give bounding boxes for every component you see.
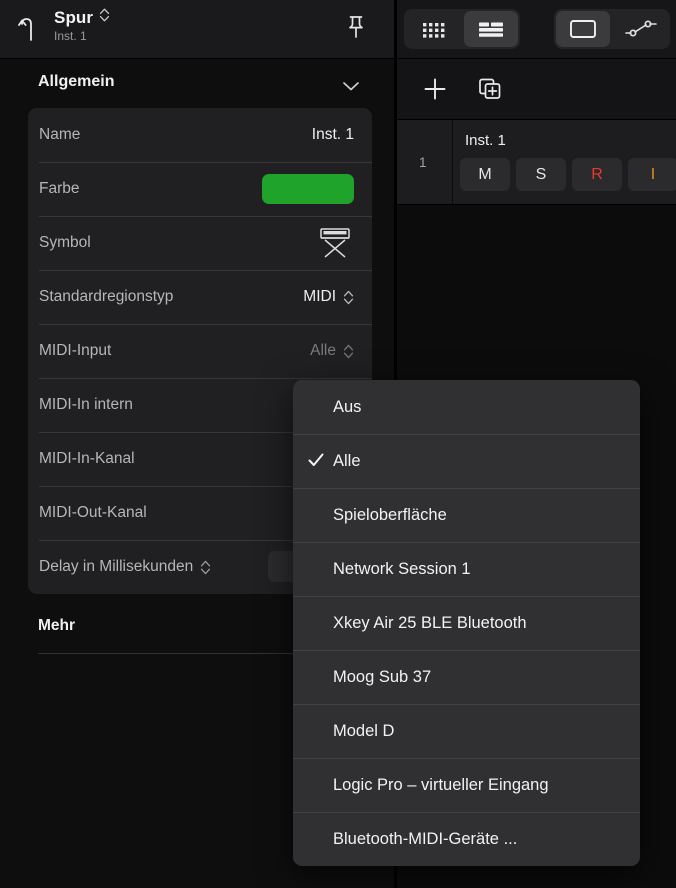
input-monitor-button[interactable]: I [628, 158, 676, 191]
back-arrow-icon[interactable] [18, 14, 44, 44]
more-label: Mehr [38, 617, 76, 634]
rectangle-region-icon[interactable] [556, 11, 610, 47]
logic-pro-track-inspector-screen: Spur Inst. 1 Allgemein Name Inst. 1 Farb… [0, 0, 676, 888]
chevron-down-icon[interactable] [342, 79, 360, 91]
field-label: MIDI-In intern [39, 396, 133, 413]
grid-dots-icon[interactable] [406, 11, 460, 47]
keyboard-stand-icon[interactable] [316, 226, 354, 260]
track-number: 1 [419, 155, 427, 170]
list-lines-icon[interactable] [464, 11, 518, 47]
field-label: Farbe [39, 180, 80, 197]
field-row-name[interactable]: Name Inst. 1 [28, 108, 372, 162]
field-label: Symbol [39, 234, 91, 251]
field-value[interactable]: Inst. 1 [312, 126, 354, 144]
menu-item[interactable]: Aus [293, 380, 640, 434]
field-label: MIDI-In-Kanal [39, 450, 135, 467]
stepper-chevrons-icon[interactable] [343, 343, 354, 360]
menu-item[interactable]: Xkey Air 25 BLE Bluetooth [293, 596, 640, 650]
inspector-title-block[interactable]: Spur Inst. 1 [54, 7, 110, 43]
toolbar-group-left [404, 9, 520, 49]
stepper-chevrons-icon[interactable] [343, 289, 354, 306]
field-value: MIDI [303, 288, 336, 305]
menu-item-label: Model D [333, 721, 395, 740]
section-header-allgemein[interactable]: Allgemein [0, 59, 396, 109]
stepper-chevrons-icon[interactable] [200, 559, 211, 576]
stepper-chevrons-icon[interactable] [99, 7, 110, 28]
inspector-header: Spur Inst. 1 [0, 0, 396, 59]
field-row-midi-input[interactable]: MIDI-Input Alle [28, 324, 372, 378]
mute-button[interactable]: M [460, 158, 510, 191]
checkmark-icon [307, 451, 325, 469]
menu-item-label: Bluetooth-MIDI-Geräte ... [333, 829, 518, 848]
pin-icon[interactable] [342, 13, 370, 43]
track-button-group: M S R I [460, 158, 676, 191]
section-title: Allgemein [38, 73, 115, 90]
page-title: Spur [54, 7, 94, 27]
record-enable-button[interactable]: R [572, 158, 622, 191]
field-row-symbol[interactable]: Symbol [28, 216, 372, 270]
automation-curve-icon[interactable] [614, 11, 668, 47]
color-swatch[interactable] [262, 174, 354, 204]
field-label: Delay in Millisekunden [39, 558, 194, 575]
view-toolbar [397, 0, 676, 59]
menu-item[interactable]: Model D [293, 704, 640, 758]
field-label: MIDI-Input [39, 342, 112, 359]
field-label: Standardregionstyp [39, 288, 174, 305]
inspector-subtitle: Inst. 1 [54, 29, 87, 43]
field-row-farbe[interactable]: Farbe [28, 162, 372, 216]
track-number-column: 1 [397, 120, 453, 204]
plus-icon[interactable] [418, 73, 452, 105]
field-row-standardregionstyp[interactable]: Standardregionstyp MIDI [28, 270, 372, 324]
menu-item[interactable]: Moog Sub 37 [293, 650, 640, 704]
menu-item[interactable]: Network Session 1 [293, 542, 640, 596]
track-actions-bar [397, 59, 676, 120]
menu-item-label: Moog Sub 37 [333, 667, 432, 686]
menu-item-label: Xkey Air 25 BLE Bluetooth [333, 613, 527, 632]
menu-item[interactable]: Spieloberfläche [293, 488, 640, 542]
midi-input-dropdown-menu: Aus Alle Spieloberfläche Network Session… [293, 380, 640, 866]
duplicate-track-icon[interactable] [473, 73, 507, 105]
menu-item-label: Aus [333, 397, 362, 416]
menu-item-label: Network Session 1 [333, 559, 471, 578]
menu-item-label: Logic Pro – virtueller Eingang [333, 775, 549, 794]
field-label: MIDI-Out-Kanal [39, 504, 147, 521]
solo-button[interactable]: S [516, 158, 566, 191]
menu-item-label: Alle [333, 451, 361, 470]
field-value: Alle [310, 342, 336, 359]
toolbar-group-right [554, 9, 670, 49]
field-label: Name [39, 126, 81, 143]
menu-item-label: Spieloberfläche [333, 505, 447, 524]
menu-item[interactable]: Bluetooth-MIDI-Geräte ... [293, 812, 640, 866]
menu-item[interactable]: Alle [293, 434, 640, 488]
menu-item[interactable]: Logic Pro – virtueller Eingang [293, 758, 640, 812]
track-row[interactable]: 1 Inst. 1 M S R I [397, 120, 676, 205]
track-name[interactable]: Inst. 1 [465, 132, 506, 149]
